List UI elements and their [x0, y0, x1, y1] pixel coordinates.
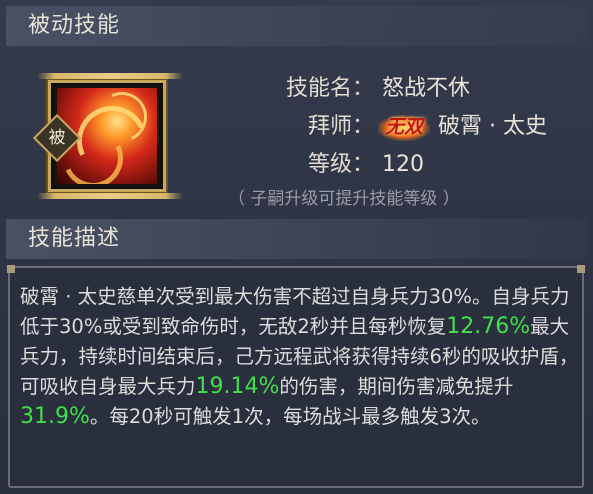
- desc-part-3: 的伤害，期间伤害减免提升: [279, 375, 514, 398]
- frame-top-bar: [37, 73, 183, 79]
- passive-badge-label: 被: [48, 128, 66, 148]
- passive-skill-header: 被动技能: [6, 6, 587, 46]
- wushuang-tag-text: 无双: [384, 116, 423, 138]
- skill-name-row: 技能名： 怒战不休: [262, 70, 470, 102]
- skill-name-value: 怒战不休: [382, 76, 471, 101]
- skill-master-row: 拜师： 无双 破霄 · 太史: [262, 108, 547, 141]
- desc-value-shield: 19.14%: [195, 374, 280, 399]
- frame-bottom-bar: [37, 193, 183, 199]
- skill-level-row: 等级： 120: [262, 146, 424, 178]
- skill-description-text: 破霄 · 太史慈单次受到最大伤害不超过自身兵力30%。自身兵力低于30%或受到致…: [20, 282, 580, 432]
- desc-part-4: 。每20秒可触发1次，每场战斗最多触发3次。: [89, 405, 491, 428]
- skill-level-label: 等级：: [307, 152, 374, 177]
- skill-panel: 被动技能 被 技能名： 怒战不休 拜师： 无双 破霄 · 太史 等级： 120 （ 子嗣…: [0, 0, 593, 494]
- skill-name-label: 技能名：: [285, 76, 374, 101]
- wushuang-tag-icon: 无双: [378, 113, 430, 141]
- desc-value-reduction: 31.9%: [20, 404, 90, 429]
- desc-value-heal: 12.76%: [446, 314, 531, 339]
- skill-master-label: 拜师：: [307, 114, 374, 139]
- skill-level-value: 120: [382, 152, 424, 177]
- skill-master-value: 破霄 · 太史: [438, 114, 547, 139]
- level-hint: （ 子嗣升级可提升技能等级 ）: [228, 189, 460, 209]
- skill-description-header: 技能描述: [6, 219, 587, 259]
